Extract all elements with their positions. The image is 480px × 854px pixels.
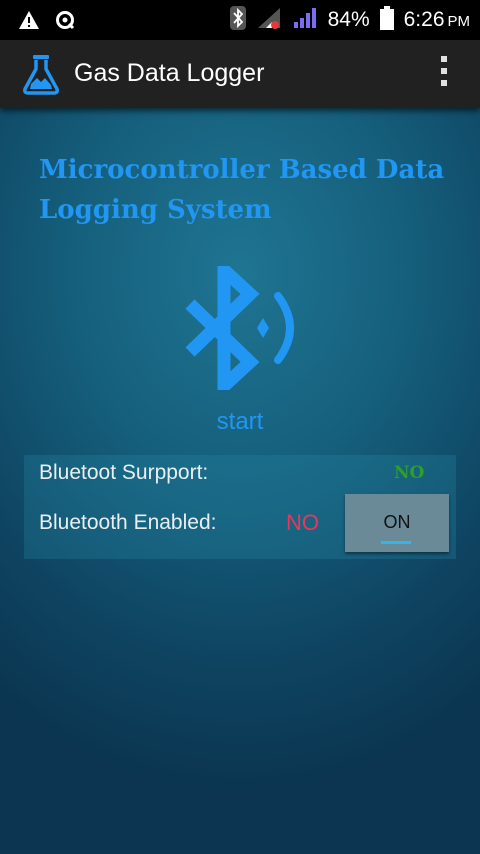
dot	[441, 80, 447, 86]
toggle-indicator	[381, 541, 411, 544]
dot	[441, 68, 447, 74]
toggle-label: ON	[383, 512, 411, 532]
clock: 6:26 PM	[404, 8, 470, 32]
clock-ampm: PM	[447, 13, 471, 30]
battery-icon	[379, 6, 394, 34]
dot	[441, 56, 447, 62]
clock-time: 6:26	[403, 8, 445, 31]
start-button[interactable]: start	[0, 408, 480, 436]
flask-icon[interactable]	[20, 52, 62, 96]
action-bar: Gas Data Logger	[0, 40, 480, 108]
bluetooth-enabled-label: Bluetooth Enabled:	[39, 511, 217, 534]
bluetooth-support-label: Bluetoot Surpport:	[39, 461, 209, 484]
bluetooth-icon[interactable]	[180, 255, 300, 401]
bluetooth-toggle-button[interactable]: ON	[345, 494, 449, 552]
bluetooth-status-panel: Bluetoot Surpport: NO Bluetooth Enabled:…	[24, 455, 456, 559]
overflow-menu-button[interactable]	[434, 56, 454, 92]
sync-icon	[54, 9, 76, 35]
warning-icon	[18, 10, 40, 34]
signal-icon	[256, 6, 282, 34]
main-content: Microcontroller Based Data Logging Syste…	[0, 108, 480, 854]
page-heading: Microcontroller Based Data Logging Syste…	[39, 155, 445, 225]
signal-icon	[292, 6, 318, 34]
battery-percent: 84%	[327, 8, 370, 31]
status-bar: 84% 6:26 PM	[0, 0, 480, 40]
bluetooth-enabled-value: NO	[286, 510, 319, 535]
bluetooth-icon	[229, 6, 246, 34]
bluetooth-support-value: NO	[394, 463, 425, 483]
app-title: Gas Data Logger	[74, 59, 265, 87]
